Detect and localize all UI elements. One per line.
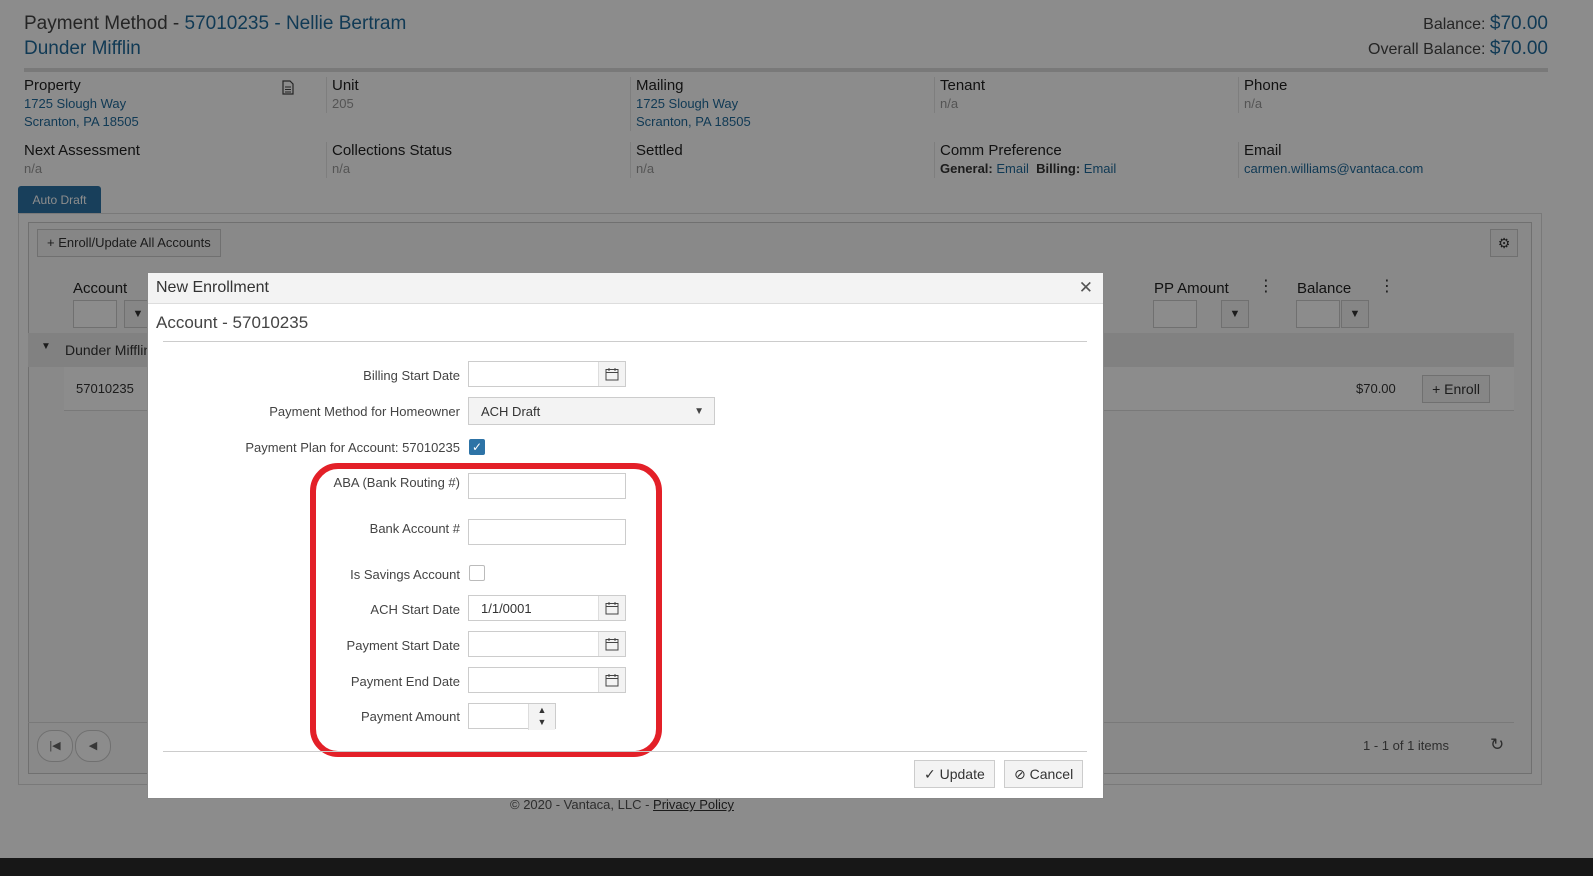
close-icon[interactable]: ✕ <box>1079 278 1093 298</box>
payment-method-select[interactable]: ACH Draft ▼ <box>468 397 715 425</box>
calendar-icon[interactable] <box>598 362 625 386</box>
cancel-button[interactable]: ⊘ Cancel <box>1004 760 1084 788</box>
billing-start-date-input[interactable] <box>468 361 626 387</box>
payment-method-label: Payment Method for Homeowner <box>269 404 460 419</box>
new-enrollment-dialog: New Enrollment ✕ Account - 57010235 Bill… <box>147 272 1104 799</box>
dialog-header: New Enrollment ✕ <box>148 273 1103 304</box>
cancel-label: Cancel <box>1029 766 1074 782</box>
payment-plan-checkbox[interactable]: ✓ <box>469 439 485 455</box>
update-button[interactable]: ✓ Update <box>914 760 995 788</box>
cancel-icon: ⊘ <box>1014 766 1026 782</box>
update-label: Update <box>939 766 985 782</box>
highlight-box <box>310 463 662 757</box>
billing-start-date-label: Billing Start Date <box>363 368 460 383</box>
payment-plan-label: Payment Plan for Account: 57010235 <box>245 440 460 455</box>
check-icon: ✓ <box>924 766 936 782</box>
payment-method-value: ACH Draft <box>481 404 541 419</box>
dialog-subtitle: Account - 57010235 <box>156 313 309 332</box>
dialog-footer-divider <box>163 751 1087 752</box>
dialog-divider <box>163 341 1087 342</box>
dialog-title: New Enrollment <box>156 279 269 296</box>
chevron-down-icon: ▼ <box>694 406 704 417</box>
